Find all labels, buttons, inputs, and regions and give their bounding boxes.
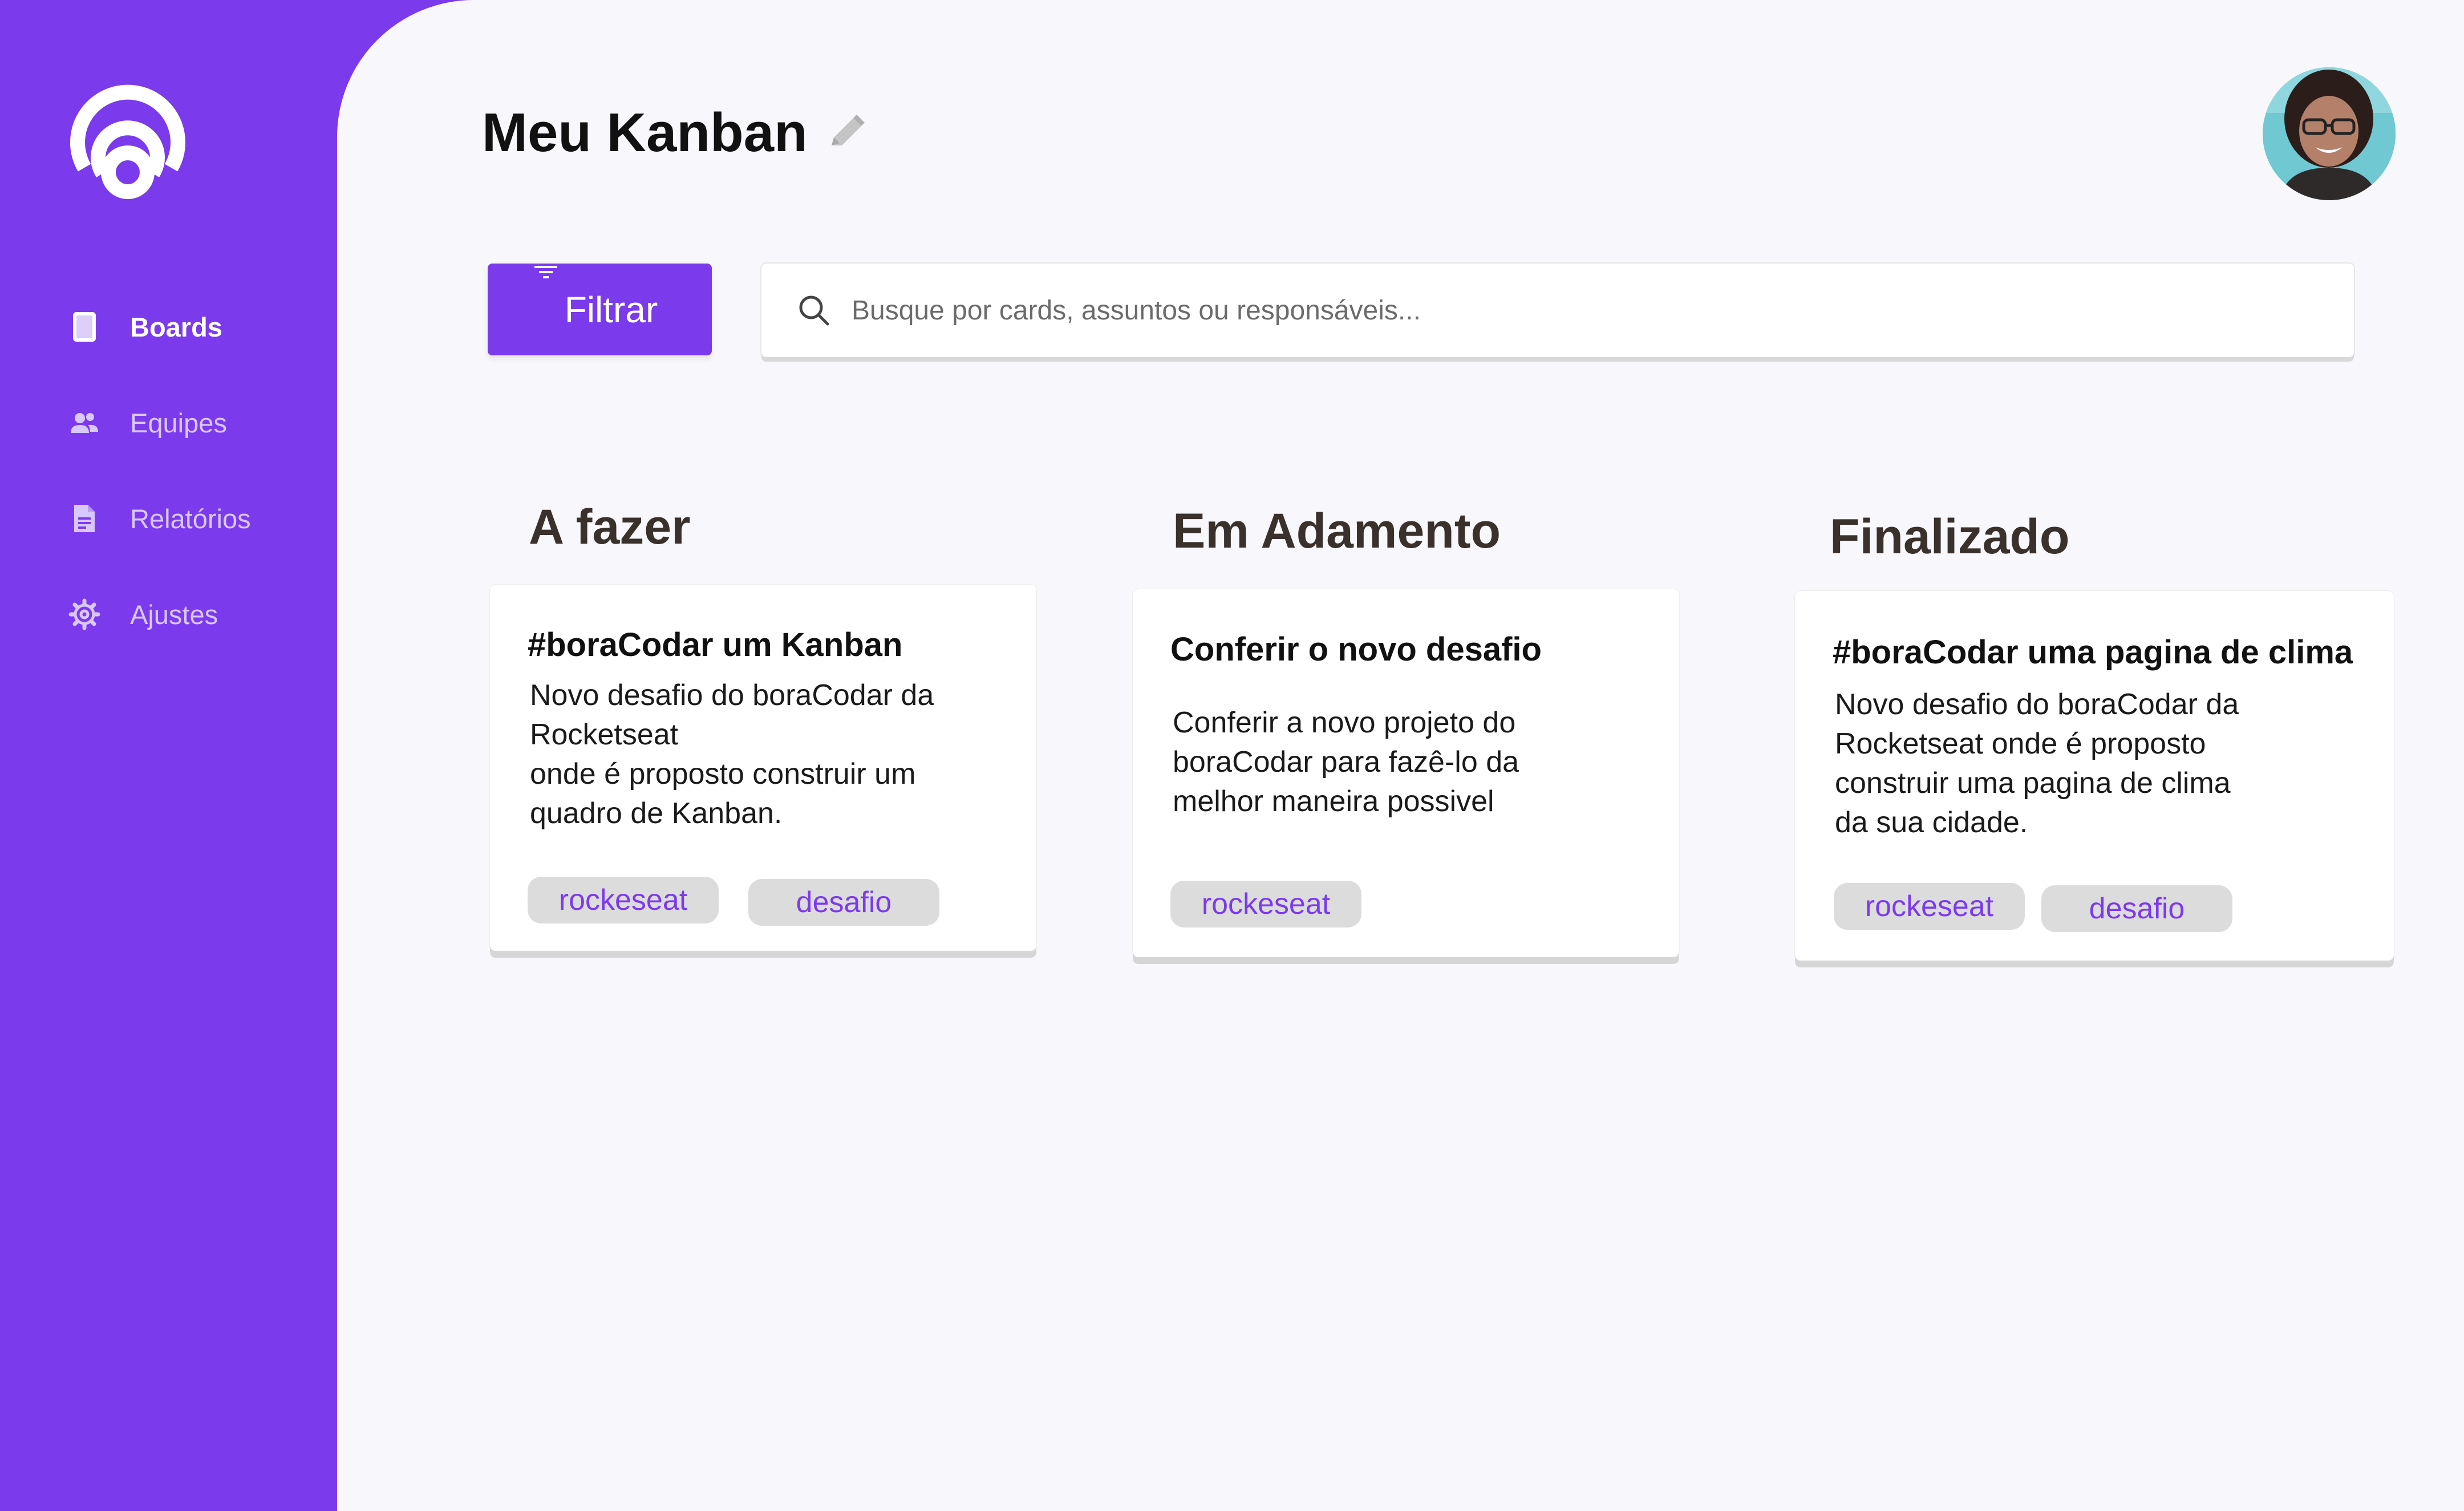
search-bar[interactable] <box>761 264 2354 357</box>
board-title: Meu Kanban <box>482 102 808 163</box>
filter-button[interactable]: Filtrar <box>488 264 712 355</box>
card-title: #boraCodar uma pagina de clima <box>1833 634 2353 671</box>
kanban-card[interactable]: #boraCodar uma pagina de clima Novo desa… <box>1795 591 2394 961</box>
tag-desafio[interactable]: desafio <box>2041 885 2232 932</box>
column-title-em-adamento: Em Adamento <box>1173 504 1501 558</box>
sidebar: Boards Equipes Relatórios Ajustes <box>0 0 337 1511</box>
sidebar-item-label: Relatórios <box>130 503 251 534</box>
sidebar-item-label: Ajustes <box>130 599 218 630</box>
rocketseat-logo[interactable] <box>67 71 188 202</box>
card-title: #boraCodar um Kanban <box>528 626 903 663</box>
sidebar-item-relatorios[interactable]: Relatórios <box>67 487 251 550</box>
sidebar-item-label: Boards <box>130 311 222 342</box>
tag-rockeseat[interactable]: rockeseat <box>528 877 719 923</box>
sidebar-item-ajustes[interactable]: Ajustes <box>67 583 218 646</box>
board-icon <box>67 310 102 344</box>
tag-rockeseat[interactable]: rockeseat <box>1170 881 1361 927</box>
gear-icon <box>67 597 102 631</box>
sidebar-item-boards[interactable]: Boards <box>67 295 222 358</box>
user-avatar[interactable] <box>2263 67 2396 200</box>
column-title-finalizado: Finalizado <box>1830 509 2070 564</box>
team-icon <box>67 406 102 440</box>
main-panel: Meu Kanban Filtrar Busque por cards, ass… <box>337 0 2464 1511</box>
kanban-card[interactable]: Conferir o novo desafio Conferir a novo … <box>1133 589 1679 957</box>
sidebar-item-label: Equipes <box>130 407 227 438</box>
search-input[interactable] <box>850 281 2279 339</box>
search-icon <box>799 295 829 326</box>
sidebar-item-equipes[interactable]: Equipes <box>67 391 227 454</box>
tag-desafio[interactable]: desafio <box>748 879 939 926</box>
card-description: Conferir a novo projeto do boraCodar par… <box>1173 706 1519 818</box>
document-icon <box>67 501 102 536</box>
kanban-card[interactable]: #boraCodar um Kanban Novo desafio do bor… <box>490 585 1036 951</box>
column-title-a-fazer: A fazer <box>529 500 691 554</box>
card-title: Conferir o novo desafio <box>1170 631 1542 668</box>
card-description: Novo desafio do boraCodar da Rocketseat … <box>530 679 934 830</box>
pencil-icon[interactable] <box>824 110 869 156</box>
filter-icon <box>534 266 557 278</box>
page-title: Meu Kanban <box>482 102 869 164</box>
filter-button-label: Filtrar <box>564 289 658 330</box>
card-description: Novo desafio do boraCodar da Rocketseat … <box>1835 688 2239 839</box>
tag-rockeseat[interactable]: rockeseat <box>1834 883 2025 930</box>
